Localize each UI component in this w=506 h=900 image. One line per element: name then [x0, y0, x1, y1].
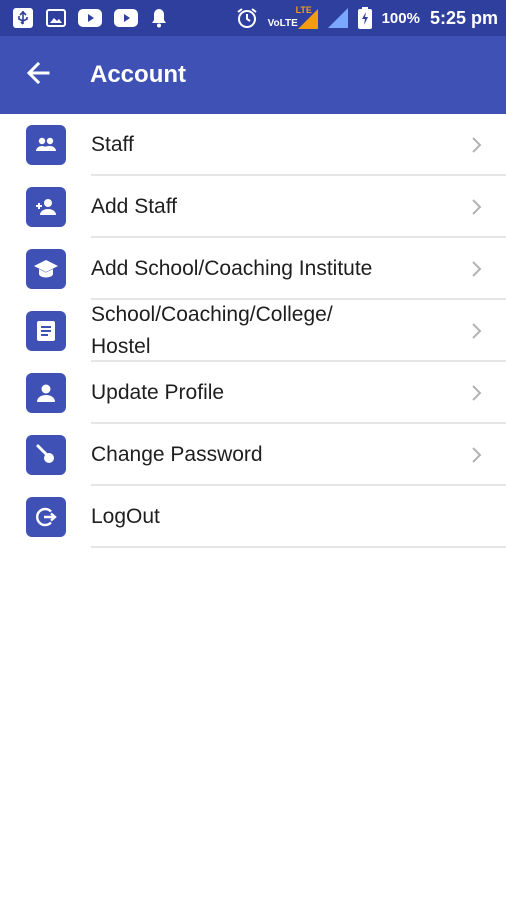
document-icon — [26, 311, 66, 351]
menu-item-add-school[interactable]: Add School/Coaching Institute — [0, 238, 506, 300]
usb-icon — [12, 7, 34, 29]
status-system: VoLTE LTE 100% 5:25 pm — [236, 5, 498, 31]
menu-item-label: School/Coaching/College/ Hostel — [91, 303, 333, 358]
battery-percent: 100% — [381, 9, 420, 27]
back-button[interactable] — [0, 36, 74, 114]
youtube-icon — [114, 9, 138, 27]
logout-icon — [26, 497, 66, 537]
key-icon — [26, 435, 66, 475]
account-menu: Staff Add Staff Add School/Coaching Inst… — [0, 114, 506, 548]
person-add-icon — [26, 187, 66, 227]
status-notifications — [12, 7, 168, 29]
menu-item-update-profile[interactable]: Update Profile — [0, 362, 506, 424]
arrow-back-icon — [25, 60, 51, 91]
image-icon — [46, 9, 66, 27]
chevron-right-icon — [470, 383, 484, 403]
menu-item-label: Change Password — [91, 443, 263, 466]
chevron-right-icon — [470, 321, 484, 341]
menu-item-add-staff[interactable]: Add Staff — [0, 176, 506, 238]
menu-item-label: Staff — [91, 133, 134, 156]
menu-item-staff[interactable]: Staff — [0, 114, 506, 176]
person-icon — [26, 373, 66, 413]
divider — [91, 546, 506, 548]
menu-item-label: Add Staff — [91, 195, 178, 218]
chevron-right-icon — [470, 135, 484, 155]
menu-item-label: Add School/Coaching Institute — [91, 257, 373, 280]
volte-icon: VoLTE LTE — [268, 5, 318, 31]
chevron-right-icon — [470, 445, 484, 465]
menu-item-change-password[interactable]: Change Password — [0, 424, 506, 486]
page-title: Account — [90, 61, 186, 88]
menu-item-logout[interactable]: LogOut — [0, 486, 506, 548]
chevron-right-icon — [470, 197, 484, 217]
volte-label: VoLTE — [267, 18, 298, 29]
clock-time: 5:25 pm — [429, 7, 498, 28]
youtube-icon — [78, 9, 102, 27]
bell-icon — [150, 8, 168, 28]
status-bar: VoLTE LTE 100% 5:25 pm — [0, 0, 506, 36]
menu-item-institutions[interactable]: School/Coaching/College/ Hostel — [0, 300, 506, 362]
menu-item-label: LogOut — [91, 505, 160, 528]
chevron-right-icon — [470, 259, 484, 279]
app-bar: Account — [0, 36, 506, 114]
school-icon — [26, 249, 66, 289]
people-icon — [26, 125, 66, 165]
alarm-icon — [236, 7, 258, 29]
signal-icon — [327, 8, 348, 28]
battery-charging-icon — [357, 7, 372, 29]
menu-item-label: Update Profile — [91, 381, 225, 404]
